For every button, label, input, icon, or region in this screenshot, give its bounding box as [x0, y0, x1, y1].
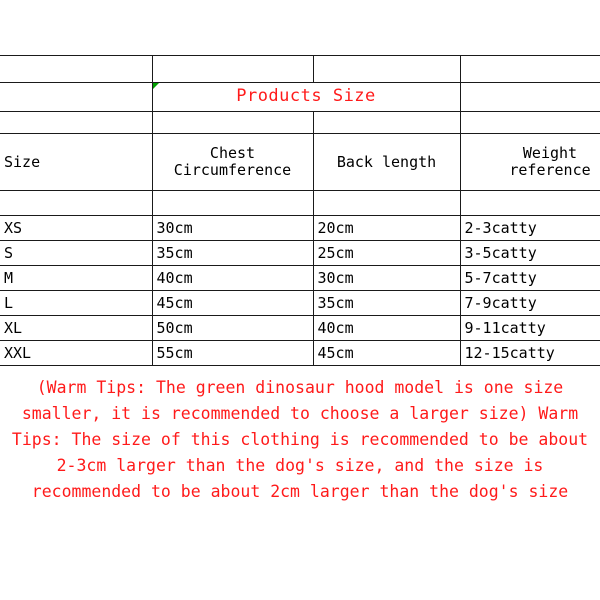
spacer-cell [313, 190, 461, 216]
column-header-chest-line1: Chest [209, 144, 256, 163]
cell-size: XL [0, 315, 153, 341]
table-row: M 40cm 30cm 5-7catty [0, 265, 600, 291]
cell-size: XXL [0, 340, 153, 366]
cell-back: 40cm [313, 315, 461, 341]
cell-size: XS [0, 215, 153, 241]
spacer-cell [313, 55, 461, 83]
cell-back: 25cm [313, 240, 461, 266]
table-row: XXL 55cm 45cm 12-15catty [0, 340, 600, 366]
cell-chest: 40cm [152, 265, 314, 291]
warm-tips-note: (Warm Tips: The green dinosaur hood mode… [11, 378, 599, 501]
cell-weight: 2-3catty [460, 215, 600, 241]
cell-back: 30cm [313, 265, 461, 291]
cell-weight: 5-7catty [460, 265, 600, 291]
spacer-cell [313, 111, 461, 134]
green-comment-triangle-icon [152, 83, 159, 89]
cell-chest: 50cm [152, 315, 314, 341]
size-chart-page: Products Size Size Chest Circumference B… [0, 0, 600, 600]
cell-size: M [0, 265, 153, 291]
column-header-chest-line2: Circumference [173, 161, 292, 179]
column-header-weight-reference: Weight reference [460, 133, 600, 191]
product-size-table: Products Size Size Chest Circumference B… [0, 55, 600, 366]
spacer-cell [0, 190, 153, 216]
table-row: L 45cm 35cm 7-9catty [0, 290, 600, 316]
cell-size: L [0, 290, 153, 316]
cell-chest: 55cm [152, 340, 314, 366]
table-header-row: Size Chest Circumference Back length Wei… [0, 133, 600, 191]
cell-weight: 9-11catty [460, 315, 600, 341]
cell-back: 35cm [313, 290, 461, 316]
column-header-chest-circumference: Chest Circumference [152, 133, 314, 191]
cell-back: 20cm [313, 215, 461, 241]
spacer-cell [152, 190, 314, 216]
spacer-cell [152, 55, 314, 83]
page-title: Products Size [236, 86, 376, 107]
cell-size: S [0, 240, 153, 266]
column-header-back-length: Back length [313, 133, 461, 191]
table-row: S 35cm 25cm 3-5catty [0, 240, 600, 266]
spacer-cell [460, 55, 600, 83]
table-row: XL 50cm 40cm 9-11catty [0, 315, 600, 341]
column-header-size-label: Size [4, 152, 41, 171]
table-row: XS 30cm 20cm 2-3catty [0, 215, 600, 241]
cell-weight: 12-15catty [460, 340, 600, 366]
title-row-blank-left [0, 82, 153, 112]
column-header-back-label: Back length [336, 152, 437, 171]
cell-chest: 30cm [152, 215, 314, 241]
table-spacer-row-top [0, 55, 600, 83]
cell-back: 45cm [313, 340, 461, 366]
column-header-weight-line1: Weight [522, 144, 578, 163]
column-header-weight-line2: reference [509, 161, 591, 179]
cell-weight: 3-5catty [460, 240, 600, 266]
table-spacer-row-mid [0, 111, 600, 134]
products-size-title-cell: Products Size [152, 82, 461, 112]
spacer-cell [460, 190, 600, 216]
cell-chest: 45cm [152, 290, 314, 316]
spacer-cell [460, 111, 600, 134]
title-row-blank-right [460, 82, 600, 112]
spacer-cell [152, 111, 314, 134]
column-header-size: Size [0, 133, 153, 191]
table-spacer-row-before-data [0, 190, 600, 216]
cell-weight: 7-9catty [460, 290, 600, 316]
table-title-row: Products Size [0, 82, 600, 112]
cell-chest: 35cm [152, 240, 314, 266]
spacer-cell [0, 55, 153, 83]
spacer-cell [0, 111, 153, 134]
